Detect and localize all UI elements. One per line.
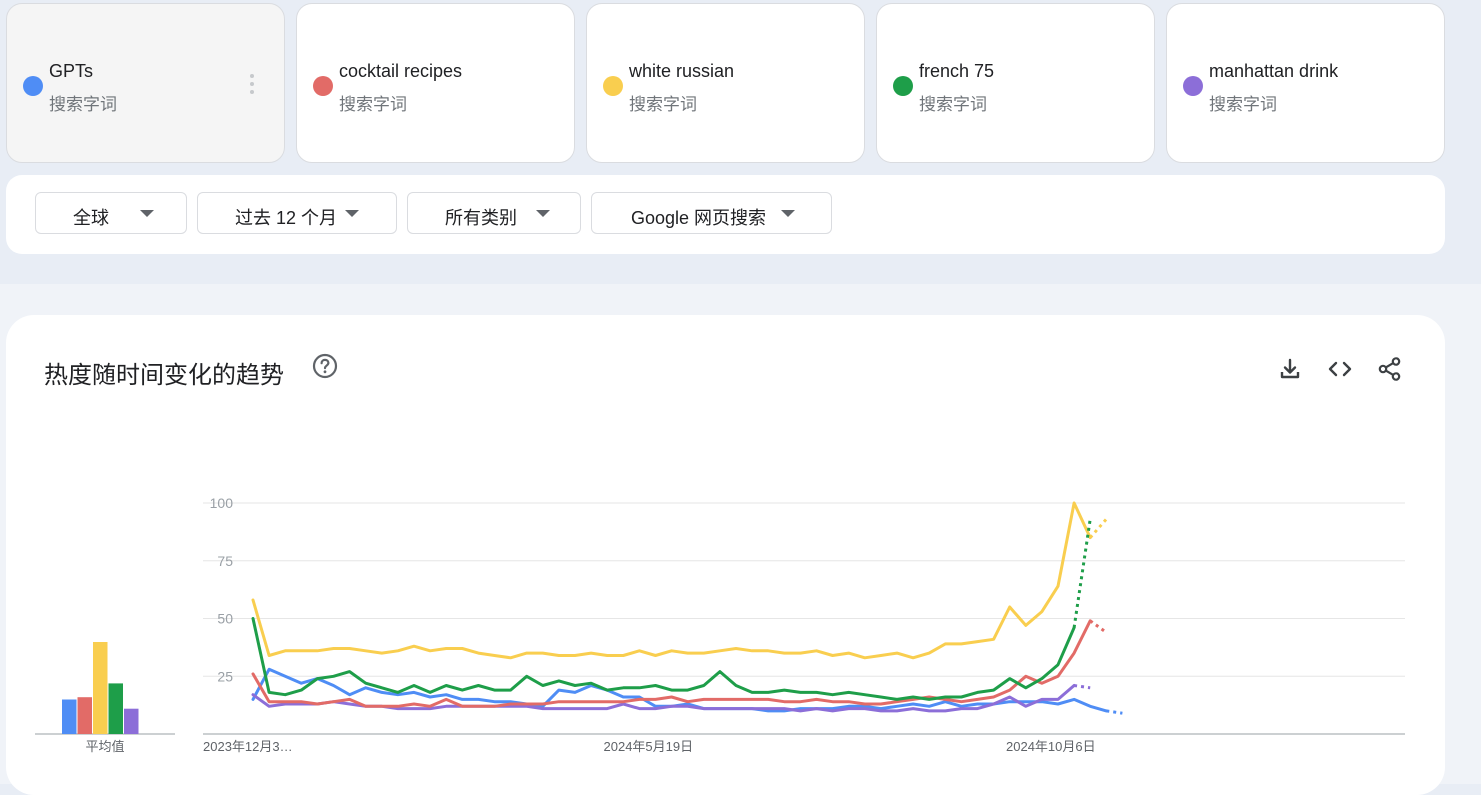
series-partial-segment-white-russian [1089, 518, 1108, 539]
avg-bar-1 [77, 697, 92, 734]
series-partial-segment-gpts [1106, 709, 1123, 715]
series-line-cocktail-recipes [251, 619, 1092, 708]
series-partial-segment-cocktail-recipes [1089, 619, 1108, 634]
y-tick-label: 100 [210, 495, 234, 511]
interest-chart: 平均值 25 50 75 100 2023年12月3… 2024年5月19日 2024年10月… [35, 495, 1405, 754]
x-tick-label: 2024年5月19日 [604, 739, 694, 754]
avg-bar-0 [62, 699, 77, 734]
x-tick-label: 2024年10月6日 [1006, 739, 1096, 754]
avg-label: 平均值 [85, 739, 124, 754]
y-tick-label: 75 [217, 553, 233, 569]
series-line-white-russian [251, 501, 1092, 660]
avg-bar-2 [93, 642, 108, 734]
avg-bar-4 [124, 708, 139, 734]
series-partial-segment-manhattan-drink [1073, 684, 1091, 690]
y-tick-label: 25 [217, 668, 233, 684]
series-line-french-75 [251, 617, 1076, 701]
x-tick-label: 2023年12月3… [203, 739, 293, 754]
avg-bar-3 [108, 683, 123, 734]
series-partial-segment-french-75 [1072, 518, 1092, 628]
y-tick-label: 50 [217, 611, 233, 627]
